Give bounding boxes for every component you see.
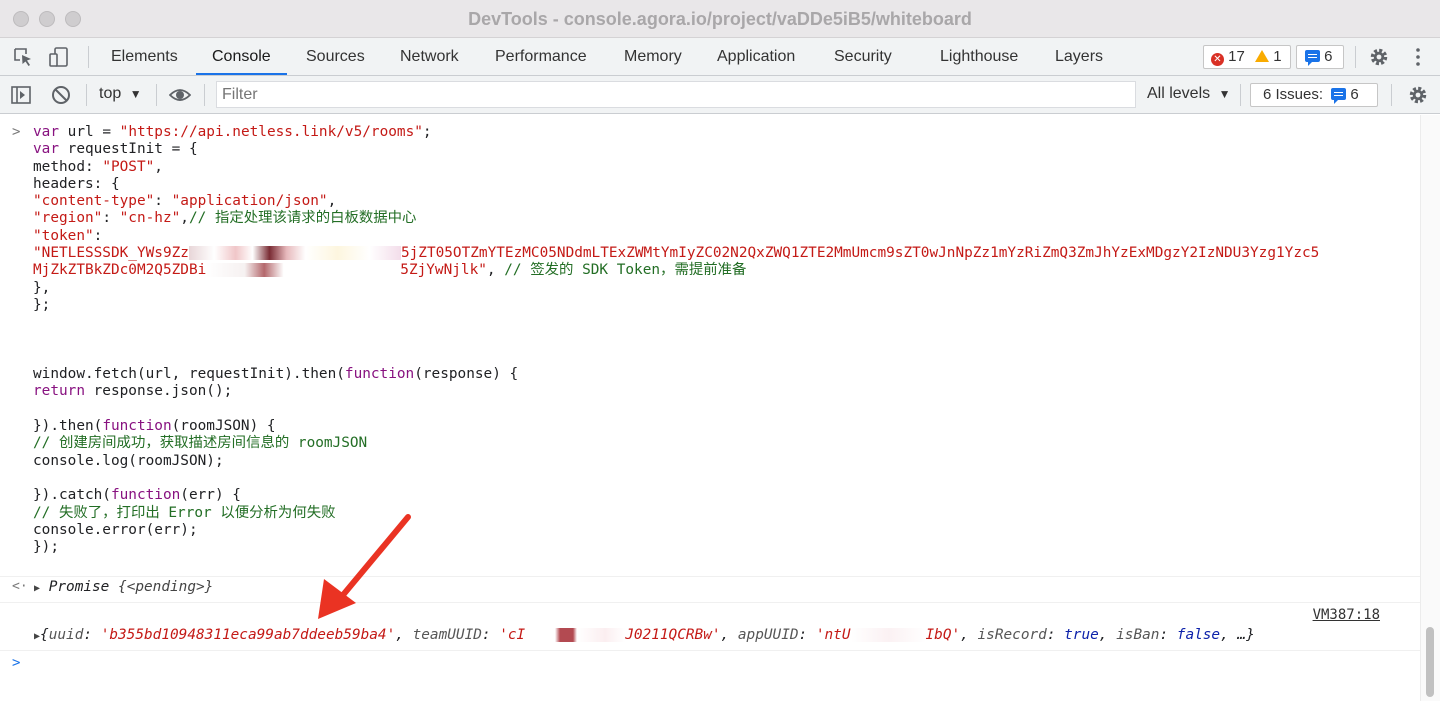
error-count: 17 [1228,48,1245,65]
issues-button[interactable]: 6 Issues: 6 [1250,83,1378,107]
console-prompt-input[interactable] [33,653,1403,675]
tab-elements[interactable]: Elements [111,38,178,75]
issues-label: 6 Issues: [1263,86,1324,103]
annotation-arrow-icon [318,514,411,619]
redacted-token-segment [206,263,401,278]
window-title-bar: DevTools - console.agora.io/project/vaDD… [0,0,1440,38]
tab-security[interactable]: Security [834,38,892,75]
dropdown-arrow-icon: ▼ [129,87,142,101]
row-separator [0,650,1420,651]
inspect-icon[interactable] [12,46,34,68]
toolbar-divider [1391,84,1392,106]
scrollbar-thumb[interactable] [1426,627,1434,697]
promise-state: {<pending>} [118,579,214,595]
warning-icon [1255,50,1270,62]
console-input-code: var url = "https://api.netless.link/v5/r… [33,124,1320,556]
redacted-value-segment [850,628,926,642]
tab-layers[interactable]: Layers [1055,38,1103,75]
message-counter[interactable]: 6 [1296,45,1344,69]
message-icon [1305,50,1320,66]
toolbar-divider [156,84,157,106]
toolbar-divider [1355,46,1356,68]
error-warning-counter[interactable]: ✕ 17 1 [1203,45,1291,69]
toolbar-divider [88,46,89,68]
redacted-token-segment [188,246,401,261]
toolbar-divider [1240,84,1241,106]
tab-lighthouse[interactable]: Lighthouse [940,38,1018,75]
context-selector[interactable]: top ▼ [99,85,142,103]
toolbar-divider [86,84,87,106]
issues-count: 6 [1350,86,1359,103]
source-link[interactable]: VM387:18 [1313,607,1380,623]
message-icon [1331,88,1347,104]
console-settings-icon[interactable] [1407,84,1429,106]
dropdown-arrow-icon: ▼ [1218,87,1231,101]
clear-console-icon[interactable] [50,84,72,106]
tab-network[interactable]: Network [400,38,459,75]
console-output[interactable]: > var url = "https://api.netless.link/v5… [0,115,1420,701]
more-options-icon[interactable] [1407,46,1429,68]
filter-input[interactable] [216,81,1136,108]
promise-result[interactable]: ▶ Promise {<pending>} [34,579,213,595]
window-title: DevTools - console.agora.io/project/vaDD… [468,9,972,29]
row-separator [0,576,1420,577]
expand-triangle-icon[interactable]: ▶ [34,583,40,594]
tab-performance[interactable]: Performance [495,38,587,75]
result-arrow-icon: <· [12,579,28,594]
input-prompt-icon: > [12,655,21,671]
tab-sources[interactable]: Sources [306,38,365,75]
settings-icon[interactable] [1368,46,1390,68]
toolbar-divider [204,84,205,106]
row-separator [0,602,1420,603]
device-toolbar-icon[interactable] [48,46,70,68]
context-value: top [99,85,122,102]
error-icon: ✕ [1211,53,1224,66]
input-prompt-icon: > [12,124,21,140]
promise-label: Promise [48,579,110,595]
eye-icon[interactable] [169,84,191,106]
log-levels-dropdown[interactable]: All levels ▼ [1147,85,1230,103]
console-scrollbar[interactable] [1420,115,1440,701]
log-levels-value: All levels [1147,85,1211,102]
tab-memory[interactable]: Memory [624,38,682,75]
logged-room-object[interactable]: ▶{uuid: 'b355bd10948311eca99ab7ddeeb59ba… [34,627,1255,643]
console-filter-bar: top ▼ All levels ▼ 6 Issues: 6 [0,76,1440,114]
tab-console[interactable]: Console [196,38,287,75]
sidebar-toggle-icon[interactable] [10,84,32,106]
tab-application[interactable]: Application [717,38,795,75]
redacted-value-segment [525,628,626,642]
warning-count: 1 [1273,48,1282,65]
message-count: 6 [1324,48,1333,65]
devtools-tab-bar: Elements Console Sources Network Perform… [0,38,1440,76]
